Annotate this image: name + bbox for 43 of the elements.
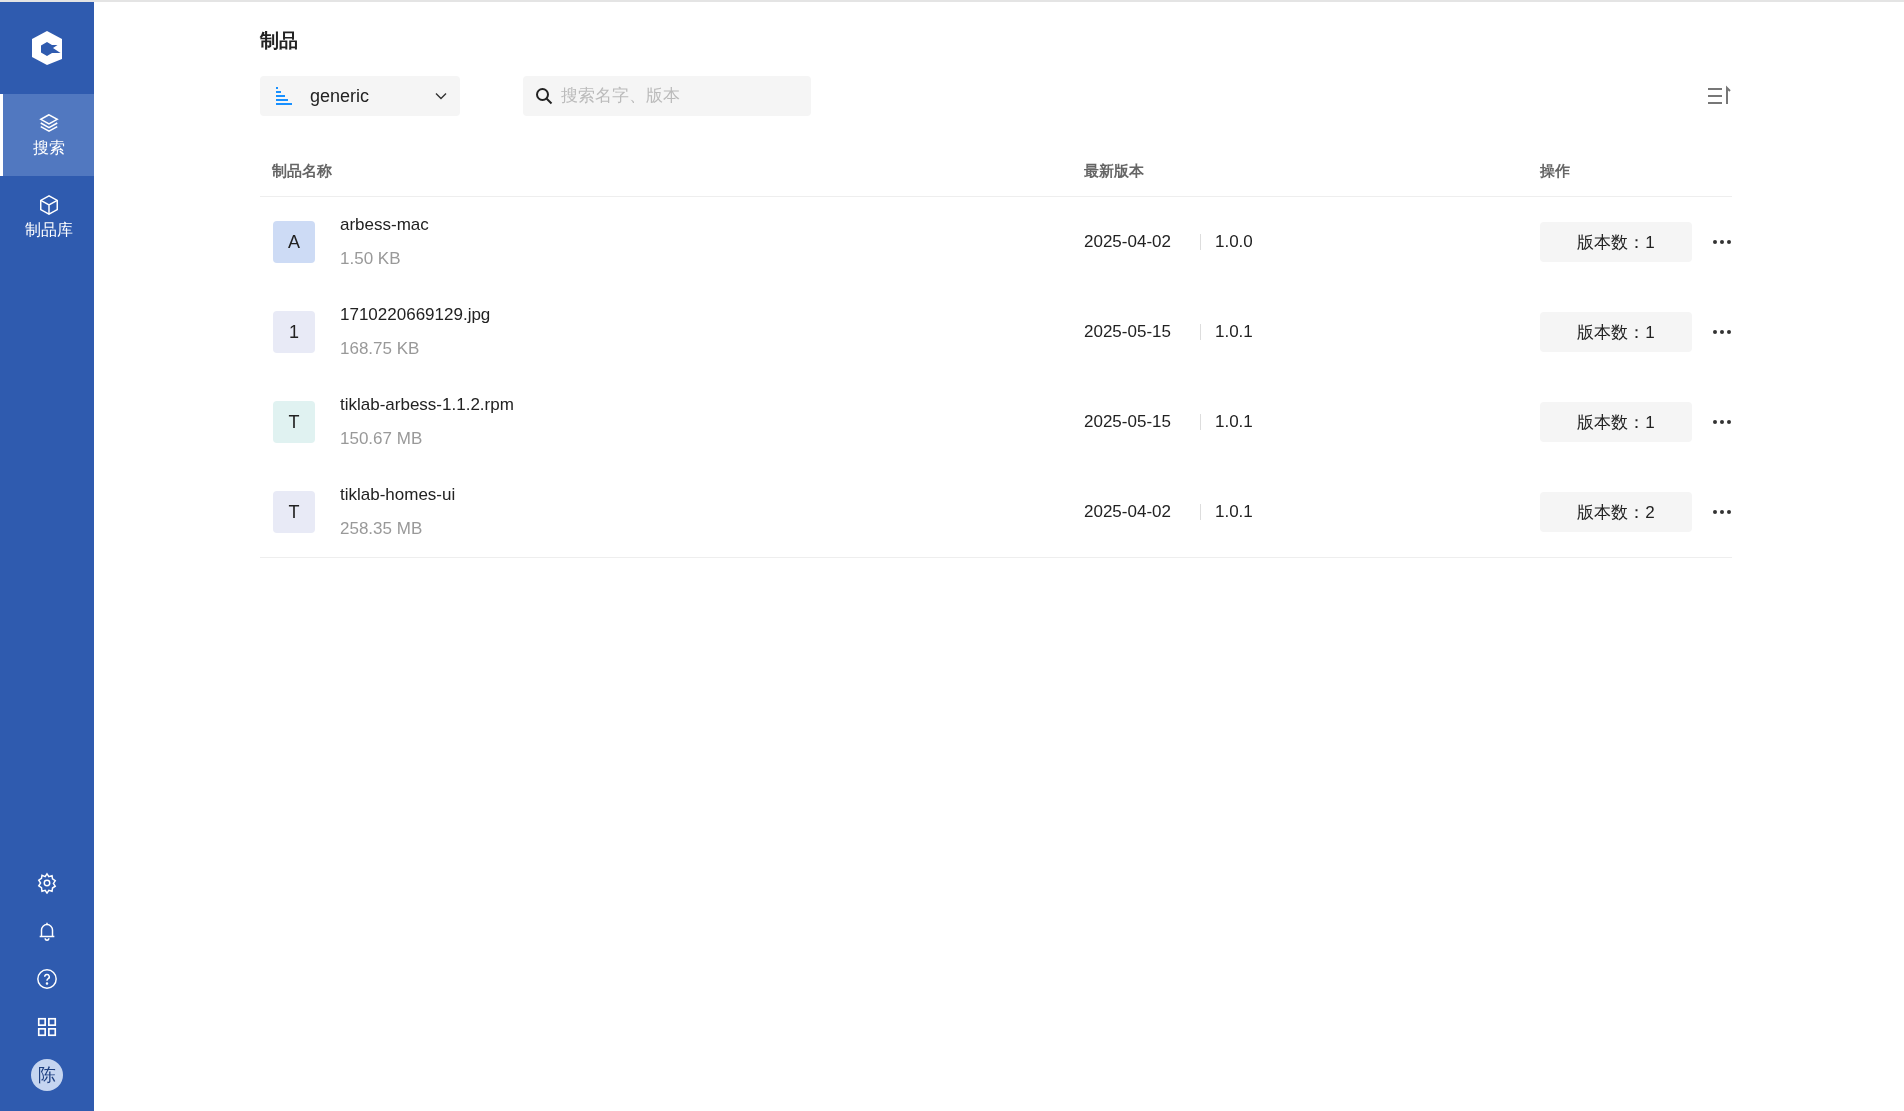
more-icon[interactable] (1712, 419, 1732, 425)
version-number: 1.0.1 (1214, 412, 1253, 432)
user-avatar[interactable]: 陈 (31, 1059, 63, 1091)
artifact-size: 150.67 MB (340, 429, 424, 449)
grid-icon[interactable] (36, 1016, 58, 1038)
artifact-avatar: T (273, 491, 315, 533)
version-count-button[interactable]: 版本数：1 (1540, 312, 1692, 352)
column-header: 最新版本 (1084, 161, 1144, 181)
more-icon[interactable] (1712, 509, 1732, 515)
version-date: 2025-04-02 (1084, 232, 1171, 252)
artifact-name[interactable]: tiklab-homes-ui (340, 485, 456, 505)
artifact-name[interactable]: 1710220669129.jpg (340, 305, 491, 325)
repository-select[interactable]: generic (260, 76, 460, 116)
version-count-button[interactable]: 版本数：2 (1540, 492, 1692, 532)
version-number: 1.0.0 (1214, 232, 1253, 252)
more-icon[interactable] (1712, 329, 1732, 335)
page-title: 制品 (260, 29, 298, 53)
version-date: 2025-05-15 (1084, 412, 1171, 432)
artifact-size: 258.35 MB (340, 519, 424, 539)
artifact-avatar: 1 (273, 311, 315, 353)
artifact-size: 168.75 KB (340, 339, 421, 359)
version-count-button[interactable]: 版本数：1 (1540, 402, 1692, 442)
artifact-name[interactable]: tiklab-arbess-1.1.2.rpm (340, 395, 514, 415)
artifact-avatar: T (273, 401, 315, 443)
version-date: 2025-04-02 (1084, 502, 1171, 522)
search-field[interactable]: 搜索名字、版本 (523, 76, 811, 116)
help-icon[interactable] (36, 968, 58, 990)
version-number: 1.0.1 (1214, 502, 1253, 522)
artifact-size: 1.50 KB (340, 249, 402, 269)
artifact-avatar: A (273, 221, 315, 263)
settings-icon[interactable] (36, 872, 58, 894)
column-header: 操作 (1540, 161, 1570, 181)
version-count-button[interactable]: 版本数：1 (1540, 222, 1692, 262)
sidebar-item[interactable]: 制品库 (0, 176, 94, 258)
cube-icon (37, 193, 60, 216)
version-number: 1.0.1 (1214, 322, 1253, 342)
more-icon[interactable] (1712, 239, 1732, 245)
layers-icon (37, 111, 60, 134)
version-date: 2025-05-15 (1084, 322, 1171, 342)
column-header: 制品名称 (272, 161, 332, 181)
artifact-name[interactable]: arbess-mac (340, 215, 429, 235)
bars-icon (274, 86, 294, 106)
sidebar-item[interactable]: 搜索 (0, 94, 94, 176)
